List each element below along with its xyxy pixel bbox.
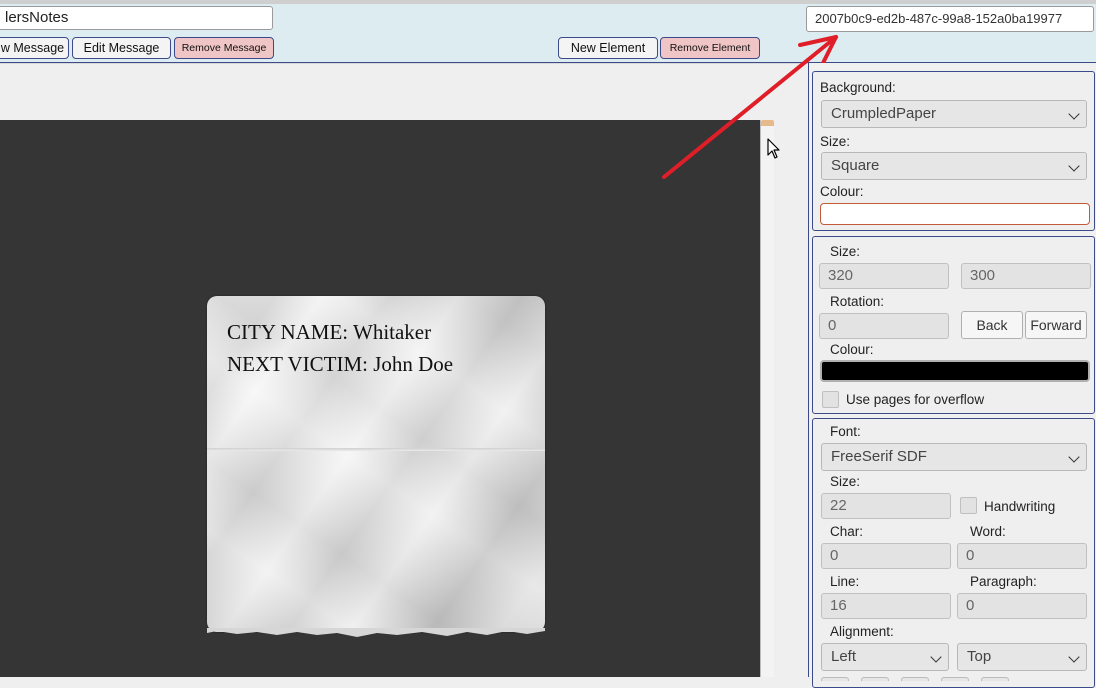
background-select[interactable]: CrumpledPaper bbox=[821, 100, 1087, 128]
edit-message-button[interactable]: Edit Message bbox=[72, 37, 171, 59]
char-spacing-field[interactable]: 0 bbox=[821, 543, 951, 569]
crumpled-paper-note[interactable]: CITY NAME: Whitaker NEXT VICTIM: John Do… bbox=[207, 296, 545, 637]
handwriting-checkbox[interactable] bbox=[960, 497, 977, 514]
char-label: Char: bbox=[830, 524, 864, 539]
line-label: Line: bbox=[830, 574, 860, 589]
font-size-field[interactable]: 22 bbox=[821, 493, 951, 519]
new-message-button[interactable]: w Message bbox=[0, 37, 69, 59]
note-name-input[interactable]: lersNotes bbox=[0, 6, 273, 30]
style-button[interactable] bbox=[981, 677, 1009, 681]
style-button[interactable] bbox=[901, 677, 929, 681]
font-select[interactable]: FreeSerif SDF bbox=[821, 443, 1087, 471]
background-label: Background: bbox=[820, 80, 896, 95]
bg-colour-swatch[interactable] bbox=[820, 203, 1090, 225]
element-size-label: Size: bbox=[830, 244, 861, 259]
alignment-label: Alignment: bbox=[830, 624, 894, 639]
top-toolbar: lersNotes 2007b0c9-ed2b-487c-99a8-152a0b… bbox=[0, 0, 1096, 63]
chevron-down-icon bbox=[1068, 451, 1080, 463]
font-label: Font: bbox=[830, 424, 861, 439]
back-button[interactable]: Back bbox=[961, 311, 1023, 339]
word-spacing-field[interactable]: 0 bbox=[957, 543, 1087, 569]
bg-size-label: Size: bbox=[820, 134, 851, 149]
bg-size-select[interactable]: Square bbox=[821, 152, 1087, 180]
canvas-scrollbar[interactable] bbox=[760, 120, 774, 677]
font-size-label: Size: bbox=[830, 474, 861, 489]
rotation-label: Rotation: bbox=[830, 294, 885, 309]
properties-panel: Background: CrumpledPaper Size: Square C… bbox=[808, 63, 1096, 688]
horizontal-alignment-select[interactable]: Left bbox=[821, 643, 949, 671]
element-group: Size: 320 300 Rotation: 0 Back Forward C… bbox=[812, 236, 1095, 414]
handwriting-label: Handwriting bbox=[984, 499, 1056, 514]
rotation-field[interactable]: 0 bbox=[819, 313, 949, 339]
bg-colour-label: Colour: bbox=[820, 184, 864, 199]
element-colour-swatch[interactable] bbox=[820, 360, 1090, 382]
element-height-field[interactable]: 300 bbox=[961, 263, 1091, 289]
overflow-label: Use pages for overflow bbox=[846, 392, 985, 407]
note-line-city: CITY NAME: Whitaker bbox=[227, 320, 432, 344]
chevron-down-icon bbox=[1068, 160, 1080, 172]
element-colour-label: Colour: bbox=[830, 342, 874, 357]
torn-edge bbox=[207, 628, 545, 637]
style-button[interactable] bbox=[861, 677, 889, 681]
note-text[interactable]: CITY NAME: Whitaker NEXT VICTIM: John Do… bbox=[227, 316, 453, 380]
line-spacing-field[interactable]: 16 bbox=[821, 593, 951, 619]
note-canvas[interactable]: CITY NAME: Whitaker NEXT VICTIM: John Do… bbox=[0, 120, 760, 677]
title-strip bbox=[0, 0, 1096, 4]
paragraph-spacing-field[interactable]: 0 bbox=[957, 593, 1087, 619]
new-element-button[interactable]: New Element bbox=[558, 37, 658, 59]
paper-seam bbox=[207, 448, 545, 451]
style-button[interactable] bbox=[941, 677, 969, 681]
forward-button[interactable]: Forward bbox=[1025, 311, 1087, 339]
background-group: Background: CrumpledPaper Size: Square C… bbox=[812, 71, 1095, 231]
vertical-alignment-select[interactable]: Top bbox=[957, 643, 1087, 671]
font-group: Font: FreeSerif SDF Size: 22 Handwriting… bbox=[812, 418, 1095, 688]
overflow-checkbox[interactable] bbox=[822, 391, 839, 408]
style-button[interactable] bbox=[821, 677, 849, 681]
element-width-field[interactable]: 320 bbox=[819, 263, 949, 289]
paragraph-label: Paragraph: bbox=[970, 574, 1037, 589]
remove-message-button[interactable]: Remove Message bbox=[174, 37, 274, 59]
chevron-down-icon bbox=[1068, 108, 1080, 120]
chevron-down-icon bbox=[1068, 651, 1080, 663]
note-line-victim: NEXT VICTIM: John Doe bbox=[227, 352, 454, 376]
chevron-down-icon bbox=[930, 651, 942, 663]
word-label: Word: bbox=[970, 524, 1006, 539]
